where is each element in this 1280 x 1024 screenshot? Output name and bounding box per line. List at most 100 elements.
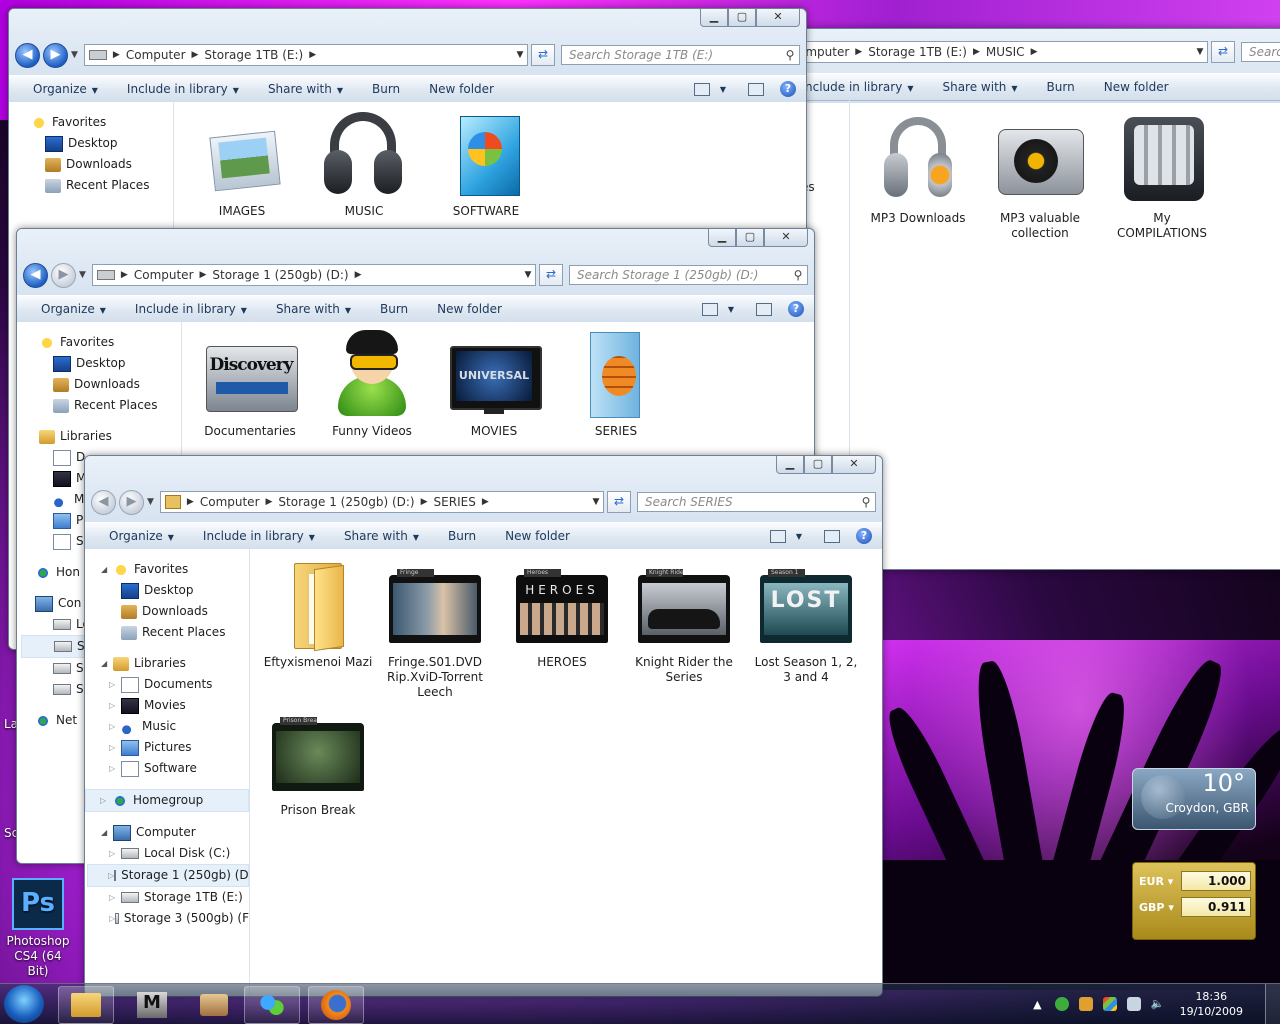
taskbar-app-m-button[interactable]: M bbox=[124, 986, 180, 1024]
nav-item-homegroup[interactable]: ▷ Homegroup bbox=[85, 789, 249, 812]
breadcrumb-separator-icon[interactable]: ▶ bbox=[855, 47, 862, 57]
folder-knight-rider[interactable]: Knight Rider Knight Rider the Series bbox=[629, 557, 739, 685]
change-view-icon[interactable] bbox=[769, 529, 786, 543]
burn-button[interactable]: Burn bbox=[372, 82, 412, 96]
preview-pane-icon[interactable] bbox=[824, 529, 840, 543]
recent-pages-dropdown-icon[interactable]: ▼ bbox=[79, 270, 86, 280]
folder-music[interactable]: MUSIC bbox=[309, 106, 419, 219]
start-orb-icon[interactable] bbox=[4, 985, 44, 1023]
search-icon[interactable]: ⚲ bbox=[781, 48, 799, 62]
nav-item-downloads[interactable]: Downloads bbox=[121, 601, 249, 622]
expand-arrow-icon[interactable]: ▷ bbox=[100, 790, 112, 811]
folder-movies[interactable]: UNIVERSAL MOVIES bbox=[439, 326, 549, 439]
refresh-button[interactable]: ⇄ bbox=[607, 491, 631, 513]
nav-item-libraries[interactable]: Libraries bbox=[39, 426, 181, 447]
breadcrumb-separator-icon[interactable]: ▶ bbox=[121, 270, 128, 280]
breadcrumb-separator-icon[interactable]: ▶ bbox=[355, 270, 362, 280]
recent-pages-dropdown-icon[interactable]: ▼ bbox=[147, 497, 154, 507]
minimize-button[interactable]: ▁ bbox=[700, 9, 728, 27]
collapse-arrow-icon[interactable]: ◢ bbox=[101, 559, 113, 580]
share-with-button[interactable]: Share with ▼ bbox=[942, 80, 1029, 94]
search-input[interactable]: Search bbox=[1241, 42, 1280, 62]
breadcrumb-separator-icon[interactable]: ▶ bbox=[1031, 47, 1038, 57]
nav-item-downloads[interactable]: Downloads bbox=[53, 374, 181, 395]
breadcrumb-storage-e[interactable]: Storage 1TB (E:) bbox=[204, 48, 303, 62]
maximize-button[interactable]: ▢ bbox=[804, 456, 832, 474]
change-view-icon[interactable] bbox=[693, 82, 710, 96]
help-icon[interactable]: ? bbox=[780, 81, 796, 97]
minimize-button[interactable]: ▁ bbox=[776, 456, 804, 474]
currency-value[interactable]: 0.911 bbox=[1181, 897, 1251, 917]
currency-code[interactable]: EUR ▾ bbox=[1139, 875, 1181, 888]
breadcrumb-separator-icon[interactable]: ▶ bbox=[309, 50, 316, 60]
breadcrumb-separator-icon[interactable]: ▶ bbox=[482, 497, 489, 507]
nav-item-pictures[interactable]: ▷ Pictures bbox=[109, 737, 249, 758]
folder-lost[interactable]: Season 1 LOST Lost Season 1, 2, 3 and 4 bbox=[751, 557, 861, 685]
power-icon[interactable] bbox=[1078, 997, 1093, 1011]
nav-item-downloads[interactable]: Downloads bbox=[45, 154, 173, 175]
maximize-button[interactable]: ▢ bbox=[728, 9, 756, 27]
refresh-button[interactable]: ⇄ bbox=[531, 44, 555, 66]
nav-item-software[interactable]: ▷ Software bbox=[109, 758, 249, 779]
breadcrumb-music[interactable]: MUSIC bbox=[986, 45, 1025, 59]
folder-prison-break[interactable]: Prison Break Prison Break bbox=[263, 705, 373, 818]
expand-arrow-icon[interactable]: ▷ bbox=[109, 758, 121, 779]
include-in-library-button[interactable]: Include in library ▼ bbox=[203, 529, 327, 543]
new-folder-button[interactable]: New folder bbox=[1104, 80, 1181, 94]
folder-funny-videos[interactable]: Funny Videos bbox=[317, 326, 427, 439]
close-button[interactable]: ✕ bbox=[832, 456, 876, 474]
explorer-window-series[interactable]: ▁ ▢ ✕ ◀ ▶ ▼ ▶ Computer ▶ Storage 1 (250gb… bbox=[84, 455, 883, 997]
organize-button[interactable]: Organize ▼ bbox=[33, 82, 110, 96]
expand-arrow-icon[interactable]: ▷ bbox=[109, 843, 121, 864]
refresh-button[interactable]: ⇄ bbox=[539, 264, 563, 286]
include-in-library-button[interactable]: nclude in library ▼ bbox=[805, 80, 925, 94]
expand-arrow-icon[interactable]: ▷ bbox=[109, 887, 121, 908]
burn-button[interactable]: Burn bbox=[380, 302, 420, 316]
address-bar[interactable]: ▶ Computer ▶ Storage 1TB (E:) ▶ ▼ bbox=[83, 44, 528, 66]
nav-item-storage-d[interactable]: ▷ Storage 1 (250gb) (D bbox=[87, 864, 249, 887]
forward-button[interactable]: ▶ bbox=[51, 262, 76, 288]
preview-pane-icon[interactable] bbox=[748, 82, 764, 96]
forward-button[interactable]: ▶ bbox=[119, 489, 144, 515]
currency-value[interactable]: 1.000 bbox=[1181, 871, 1251, 891]
burn-button[interactable]: Burn bbox=[448, 529, 488, 543]
taskbar-explorer-button[interactable] bbox=[58, 986, 114, 1024]
address-dropdown-icon[interactable]: ▼ bbox=[513, 50, 527, 60]
help-icon[interactable]: ? bbox=[788, 301, 804, 317]
expand-arrow-icon[interactable]: ▷ bbox=[109, 737, 121, 758]
collapse-arrow-icon[interactable]: ◢ bbox=[101, 653, 113, 674]
nav-item-computer[interactable]: ◢ Computer bbox=[101, 822, 249, 843]
recent-pages-dropdown-icon[interactable]: ▼ bbox=[71, 50, 78, 60]
clock[interactable]: 18:36 19/10/2009 bbox=[1180, 989, 1243, 1019]
new-folder-button[interactable]: New folder bbox=[429, 82, 506, 96]
share-with-button[interactable]: Share with ▼ bbox=[344, 529, 431, 543]
currency-gadget[interactable]: EUR ▾ 1.000 GBP ▾ 0.911 bbox=[1132, 862, 1256, 940]
folder-documentaries[interactable]: Discovery Documentaries bbox=[195, 326, 305, 439]
nav-item-recent-places[interactable]: Recent Places bbox=[121, 622, 249, 643]
nav-item-music[interactable]: ▷ Music bbox=[109, 716, 249, 737]
folder-software[interactable]: SOFTWARE bbox=[431, 106, 541, 219]
collapse-arrow-icon[interactable]: ◢ bbox=[101, 822, 113, 843]
taskbar-firefox-button[interactable] bbox=[308, 986, 364, 1024]
back-button[interactable]: ◀ bbox=[23, 262, 48, 288]
breadcrumb-storage-d[interactable]: Storage 1 (250gb) (D:) bbox=[212, 268, 348, 282]
breadcrumb-series[interactable]: SERIES bbox=[434, 495, 476, 509]
utorrent-icon[interactable] bbox=[1054, 997, 1069, 1011]
show-hidden-icons-icon[interactable]: ▲ bbox=[1033, 998, 1041, 1011]
search-input[interactable]: Search Storage 1TB (E:) ⚲ bbox=[561, 45, 800, 65]
address-dropdown-icon[interactable]: ▼ bbox=[1193, 47, 1207, 57]
currency-row-gbp[interactable]: GBP ▾ 0.911 bbox=[1139, 897, 1251, 917]
nav-item-storage-e[interactable]: ▷ Storage 1TB (E:) bbox=[109, 887, 249, 908]
dropdown-arrow-icon[interactable]: ▼ bbox=[720, 85, 726, 94]
folder-images[interactable]: IMAGES bbox=[187, 106, 297, 219]
show-desktop-button[interactable] bbox=[1265, 984, 1280, 1024]
forward-button[interactable]: ▶ bbox=[43, 42, 68, 68]
folder-series[interactable]: SERIES bbox=[561, 326, 671, 439]
folder-my-compilations[interactable]: My COMPILATIONS bbox=[1107, 113, 1217, 241]
breadcrumb-computer[interactable]: Computer bbox=[200, 495, 260, 509]
new-folder-button[interactable]: New folder bbox=[505, 529, 582, 543]
address-bar[interactable]: ▶ Computer ▶ Storage 1 (250gb) (D:) ▶ SERI… bbox=[159, 491, 604, 513]
folder-fringe[interactable]: Fringe Fringe.S01.DVDRip.XviD-TorrentLee… bbox=[385, 557, 485, 700]
preview-pane-icon[interactable] bbox=[756, 302, 772, 316]
nav-item-favorites[interactable]: Favorites bbox=[31, 112, 173, 133]
